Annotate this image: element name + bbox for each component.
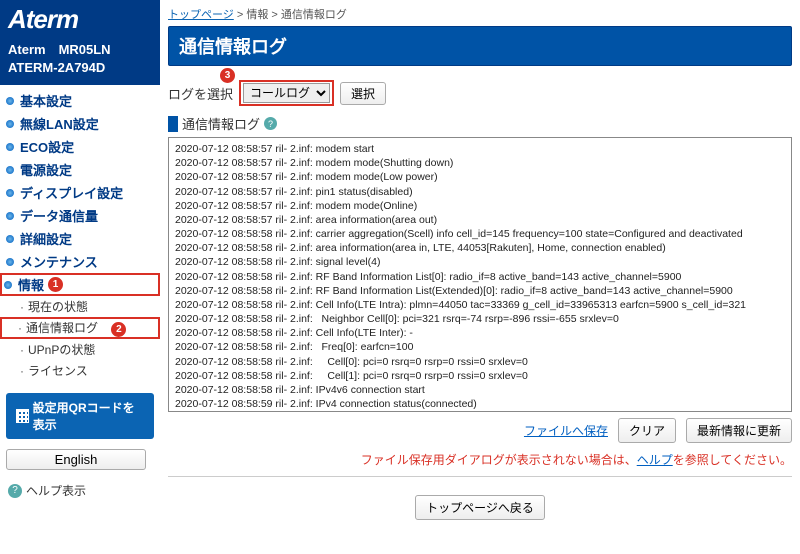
nav-sub-commlog[interactable]: 通信情報ログ	[4, 319, 104, 337]
nav-basic[interactable]: 基本設定	[0, 89, 160, 112]
nav-advanced[interactable]: 詳細設定	[0, 227, 160, 250]
nav-sub-license[interactable]: ライセンス	[0, 360, 160, 381]
english-button[interactable]: English	[6, 449, 146, 470]
bullet-icon	[6, 212, 14, 220]
annotation-1: 1	[48, 277, 63, 292]
section-header: 通信情報ログ ?	[168, 114, 792, 133]
back-top-button[interactable]: トップページへ戻る	[415, 495, 545, 520]
nav-label: 無線LAN設定	[20, 114, 99, 133]
bullet-icon	[6, 97, 14, 105]
breadcrumb-top[interactable]: トップページ	[168, 9, 234, 21]
nav-label: 電源設定	[20, 160, 72, 179]
nav-label: データ通信量	[20, 206, 98, 225]
nav-info[interactable]: 情報	[4, 275, 44, 294]
nav-label: ディスプレイ設定	[20, 183, 123, 202]
page-title: 通信情報ログ	[168, 26, 792, 66]
divider	[168, 476, 792, 477]
breadcrumb-page: 通信情報ログ	[281, 9, 347, 21]
section-bar-icon	[168, 116, 178, 132]
bullet-icon	[4, 281, 12, 289]
nav-sub-label: UPnPの状態	[28, 343, 95, 357]
bullet-icon	[6, 189, 14, 197]
annotation-3: 3	[220, 68, 235, 83]
breadcrumb: トップページ > 情報 > 通信情報ログ	[168, 4, 792, 26]
section-label: 通信情報ログ	[182, 114, 260, 133]
nav-sub-label: 通信情報ログ	[26, 321, 98, 335]
nav-sub-status[interactable]: 現在の状態	[0, 296, 160, 317]
breadcrumb-cat: 情報	[246, 9, 268, 21]
nav-label: ECO設定	[20, 137, 74, 156]
log-select-row: 3 ログを選択 コールログ 選択	[168, 80, 792, 106]
main-content: トップページ > 情報 > 通信情報ログ 通信情報ログ 3 ログを選択 コールロ…	[160, 0, 800, 554]
bullet-icon	[6, 143, 14, 151]
qr-button-label: 設定用QRコードを表示	[33, 399, 144, 433]
note-help-link[interactable]: ヘルプ	[637, 453, 673, 467]
nav-sub-upnp[interactable]: UPnPの状態	[0, 339, 160, 360]
device-info: Aterm MR05LN ATERM-2A794D	[8, 41, 152, 77]
section-help-icon[interactable]: ?	[264, 117, 277, 130]
nav-label: 詳細設定	[20, 229, 72, 248]
note-text: ファイル保存用ダイアログが表示されない場合は、ヘルプを参照してください。	[168, 451, 792, 468]
bullet-icon	[6, 235, 14, 243]
actions-row: ファイルへ保存 クリア 最新情報に更新	[168, 418, 792, 443]
bullet-icon	[6, 166, 14, 174]
select-button[interactable]: 選択	[340, 82, 386, 105]
nav-eco[interactable]: ECO設定	[0, 135, 160, 158]
nav-label: 情報	[18, 275, 44, 294]
nav-label: 基本設定	[20, 91, 72, 110]
device-model: Aterm MR05LN	[8, 41, 152, 59]
log-textarea[interactable]: 2020-07-12 08:58:57 ril- 2.inf: modem st…	[168, 137, 792, 412]
nav-wlan[interactable]: 無線LAN設定	[0, 112, 160, 135]
select-highlight: コールログ	[239, 80, 334, 106]
nav-sub-label: 現在の状態	[28, 300, 88, 314]
nav-display[interactable]: ディスプレイ設定	[0, 181, 160, 204]
nav-power[interactable]: 電源設定	[0, 158, 160, 181]
device-mac: ATERM-2A794D	[8, 59, 152, 77]
annotation-2: 2	[111, 322, 126, 337]
help-icon: ?	[8, 484, 22, 498]
brand-logo: Aterm	[8, 4, 152, 35]
logo-box: Aterm Aterm MR05LN ATERM-2A794D	[0, 0, 160, 85]
qr-button[interactable]: 設定用QRコードを表示	[6, 393, 154, 439]
bullet-icon	[6, 258, 14, 266]
nav-data-usage[interactable]: データ通信量	[0, 204, 160, 227]
sidebar: Aterm Aterm MR05LN ATERM-2A794D 基本設定 無線L…	[0, 0, 160, 554]
help-label: ヘルプ表示	[26, 482, 86, 499]
side-nav: 基本設定 無線LAN設定 ECO設定 電源設定 ディスプレイ設定 データ通信量 …	[0, 85, 160, 385]
clear-button[interactable]: クリア	[618, 418, 676, 443]
save-file-link[interactable]: ファイルへ保存	[524, 422, 608, 439]
qr-icon	[16, 409, 29, 423]
log-select[interactable]: コールログ	[243, 83, 330, 103]
bullet-icon	[6, 120, 14, 128]
refresh-button[interactable]: 最新情報に更新	[686, 418, 792, 443]
select-label: ログを選択	[168, 84, 233, 103]
nav-maintenance[interactable]: メンテナンス	[0, 250, 160, 273]
nav-label: メンテナンス	[20, 252, 98, 271]
nav-sub-label: ライセンス	[28, 364, 88, 378]
help-link[interactable]: ? ヘルプ表示	[0, 476, 160, 505]
